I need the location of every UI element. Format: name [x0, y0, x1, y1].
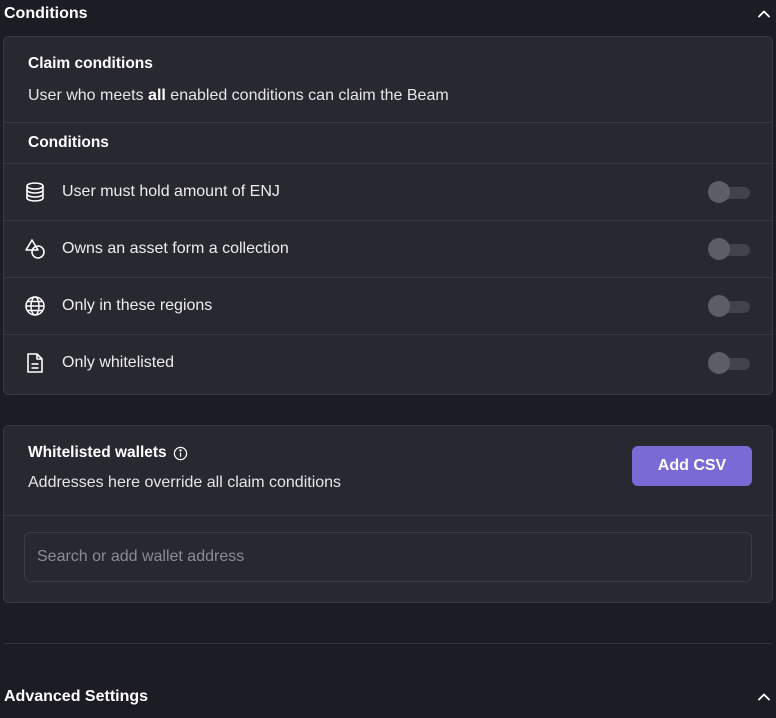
add-csv-button[interactable]: Add CSV — [632, 446, 752, 486]
conditions-section-header[interactable]: Conditions — [4, 2, 772, 26]
desc-bold: all — [148, 87, 166, 104]
condition-label: Only in these regions — [62, 297, 213, 314]
condition-label: Owns an asset form a collection — [62, 240, 289, 257]
condition-label: User must hold amount of ENJ — [62, 183, 280, 200]
collection-toggle[interactable] — [708, 238, 752, 260]
desc-suffix: enabled conditions can claim the Beam — [165, 87, 449, 104]
info-icon[interactable] — [173, 446, 188, 461]
enj-toggle[interactable] — [708, 181, 752, 203]
section-divider — [4, 643, 772, 644]
whitelisted-wallets-title: Whitelisted wallets — [28, 444, 167, 461]
claim-conditions-description: User who meets all enabled conditions ca… — [28, 87, 748, 105]
whitelisted-wallets-card: Whitelisted wallets Addresses here overr… — [3, 425, 773, 603]
condition-row-enj: User must hold amount of ENJ — [4, 163, 772, 220]
claim-conditions-title: Claim conditions — [28, 55, 153, 72]
conditions-section-title: Conditions — [4, 5, 88, 22]
desc-prefix: User who meets — [28, 87, 149, 104]
document-icon — [24, 352, 46, 374]
whitelisted-toggle[interactable] — [708, 352, 752, 374]
condition-row-whitelisted: Only whitelisted — [4, 334, 772, 391]
divider — [4, 515, 772, 516]
condition-label: Only whitelisted — [62, 354, 175, 371]
claim-conditions-head: Claim conditions User who meets all enab… — [4, 37, 772, 105]
globe-icon — [24, 295, 46, 317]
condition-row-regions: Only in these regions — [4, 277, 772, 334]
wallet-search-input[interactable] — [37, 548, 739, 566]
shapes-icon — [24, 238, 46, 260]
wallet-search-box[interactable] — [24, 532, 752, 582]
advanced-settings-header[interactable]: Advanced Settings — [4, 685, 772, 709]
regions-toggle[interactable] — [708, 295, 752, 317]
chevron-up-icon[interactable] — [756, 689, 772, 705]
claim-conditions-card: Claim conditions User who meets all enab… — [3, 36, 773, 395]
advanced-settings-title: Advanced Settings — [4, 688, 149, 705]
chevron-up-icon[interactable] — [756, 6, 772, 22]
database-icon — [24, 181, 46, 203]
conditions-subtitle: Conditions — [28, 134, 109, 151]
condition-row-collection: Owns an asset form a collection — [4, 220, 772, 277]
